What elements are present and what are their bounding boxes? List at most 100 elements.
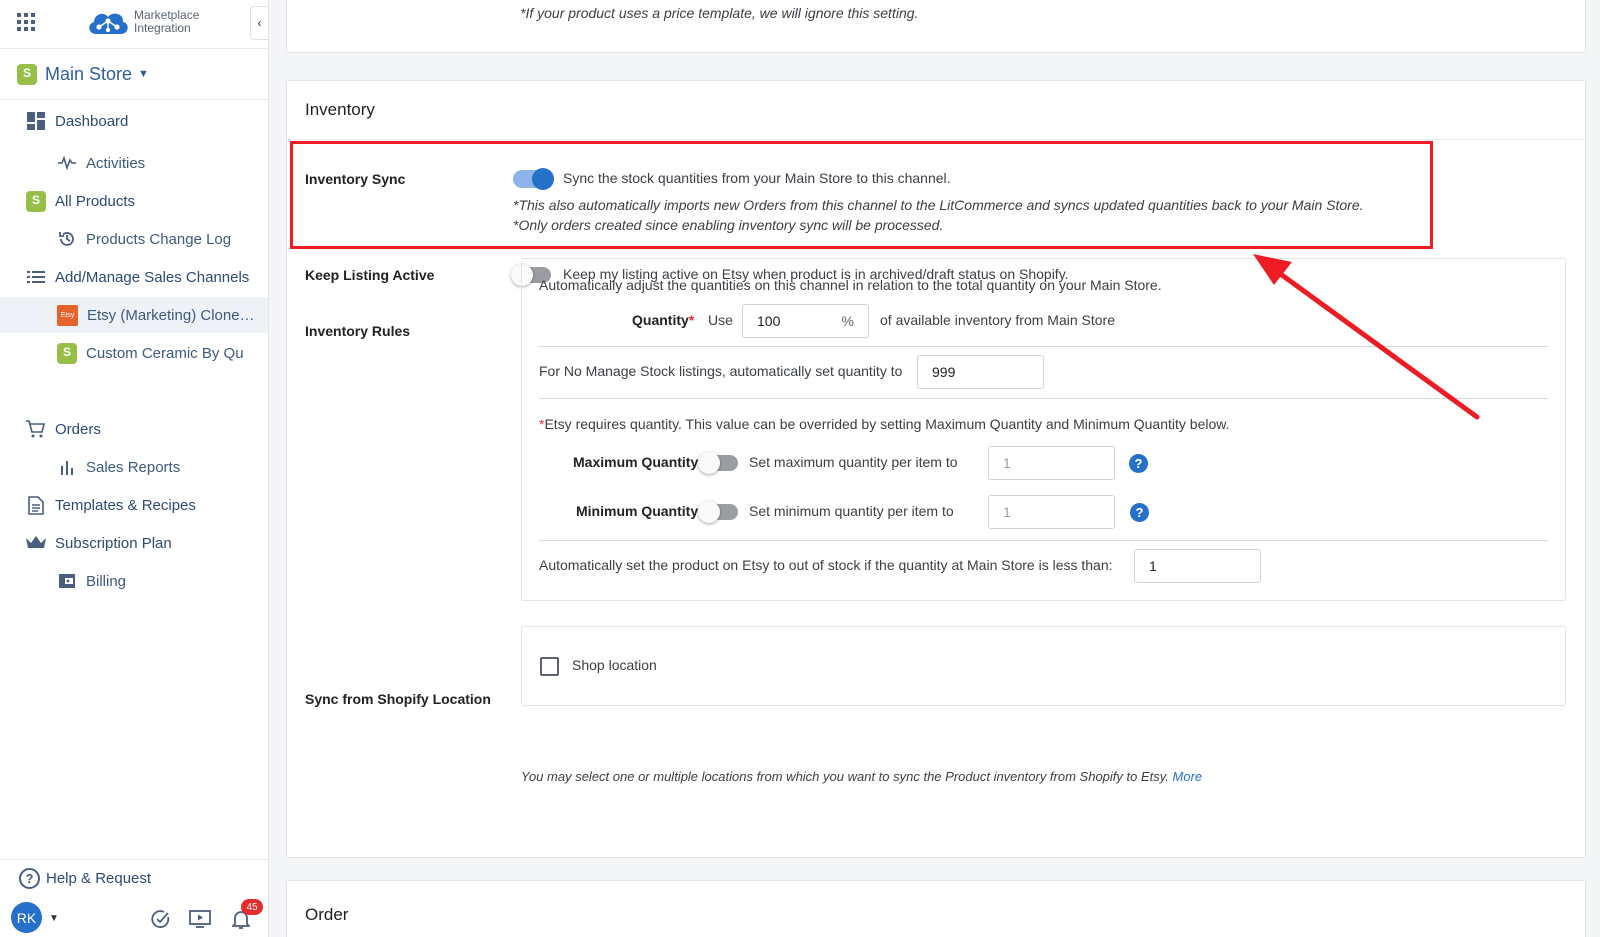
document-icon — [26, 495, 46, 515]
order-title: Order — [305, 905, 349, 924]
caret-down-icon[interactable]: ▼ — [49, 913, 59, 924]
rules-divider — [539, 540, 1548, 541]
card-divider — [287, 139, 1585, 140]
shopify-location-label: Sync from Shopify Location — [305, 691, 491, 707]
use-label: Use — [708, 312, 733, 328]
location-note: You may select one or multiple locations… — [521, 769, 1202, 784]
sidebar-item-billing[interactable]: Billing — [0, 563, 268, 599]
store-name: Main Store — [45, 63, 133, 84]
sidebar-item-label: Billing — [86, 572, 127, 590]
shopify-location-box: Shop location — [521, 626, 1566, 706]
required-mark: * — [688, 312, 695, 328]
order-card: Order — [286, 880, 1586, 937]
sidebar-item-custom-ceramic[interactable]: Custom Ceramic By Qu — [0, 335, 268, 371]
sidebar-item-sales-reports[interactable]: Sales Reports — [0, 449, 268, 485]
help-question-icon[interactable]: ? — [1130, 503, 1149, 522]
inventory-rules-box: Automatically adjust the quantities on t… — [521, 258, 1566, 601]
wallet-icon — [57, 571, 77, 591]
logo-line2: Integration — [134, 21, 191, 35]
max-quantity-label: Maximum Quantity — [573, 454, 699, 470]
min-quantity-label: Minimum Quantity — [576, 503, 699, 519]
sidebar-item-sales-channels[interactable]: Add/Manage Sales Channels — [0, 259, 268, 295]
video-icon[interactable] — [189, 908, 211, 930]
max-quantity-text: Set maximum quantity per item to — [749, 454, 958, 470]
help-request-link[interactable]: ? Help & Request — [19, 868, 151, 889]
shopify-bag-icon — [26, 190, 46, 212]
shopify-bag-icon — [17, 63, 37, 85]
chevron-down-icon: ▼ — [138, 68, 149, 80]
sidebar-item-label: All Products — [55, 192, 136, 210]
check-circle-icon[interactable] — [150, 908, 172, 930]
sidebar-item-label: Etsy (Marketing) Clone… — [87, 306, 255, 324]
quantity-suffix: of available inventory from Main Store — [880, 312, 1115, 328]
max-quantity-toggle[interactable] — [698, 452, 738, 474]
quantity-percent-input[interactable]: 100 % — [742, 304, 869, 338]
max-quantity-input[interactable]: 1 — [988, 446, 1115, 480]
help-label: Help & Request — [46, 870, 152, 887]
question-icon: ? — [19, 868, 40, 889]
quantity-value: 100 — [757, 313, 781, 329]
sidebar-header: Marketplace Integration ‹ — [0, 0, 268, 49]
keep-listing-active-label: Keep Listing Active — [305, 267, 435, 283]
min-quantity-input[interactable]: 1 — [988, 495, 1115, 529]
sidebar-item-label: Activities — [86, 154, 146, 172]
cloud-logo-icon — [89, 13, 128, 34]
price-template-note: *If your product uses a price template, … — [520, 5, 919, 21]
avatar[interactable]: RK — [11, 902, 42, 933]
sidebar-item-orders[interactable]: Orders — [0, 411, 268, 447]
min-quantity-toggle[interactable] — [698, 501, 738, 523]
sidebar-item-etsy-channel[interactable]: Etsy Etsy (Marketing) Clone… — [0, 297, 268, 333]
bar-chart-icon — [57, 457, 77, 477]
help-question-icon[interactable]: ? — [1129, 454, 1148, 473]
min-quantity-text: Set minimum quantity per item to — [749, 503, 954, 519]
highlight-box — [290, 141, 1433, 249]
sidebar: Marketplace Integration ‹ Main Store ▼ D… — [0, 0, 269, 937]
no-manage-stock-label: For No Manage Stock listings, automatica… — [539, 363, 903, 379]
store-selector[interactable]: Main Store ▼ — [0, 49, 268, 100]
shopify-bag-icon — [57, 342, 77, 364]
sidebar-item-label: Orders — [55, 420, 101, 438]
sidebar-item-all-products[interactable]: All Products — [0, 183, 268, 219]
inventory-rules-label: Inventory Rules — [305, 323, 411, 339]
location-note-text: You may select one or multiple locations… — [521, 769, 1169, 784]
rules-divider — [539, 398, 1548, 399]
sidebar-item-label: Add/Manage Sales Channels — [55, 268, 250, 286]
sidebar-item-products-change-log[interactable]: Products Change Log — [0, 221, 268, 257]
quantity-label-text: Quantity — [632, 312, 689, 328]
rules-intro: Automatically adjust the quantities on t… — [539, 277, 1162, 293]
sidebar-item-label: Subscription Plan — [55, 534, 172, 552]
etsy-icon: Etsy — [57, 304, 78, 326]
app-logo[interactable]: Marketplace Integration — [86, 8, 199, 36]
sidebar-item-label: Dashboard — [55, 112, 129, 130]
out-of-stock-threshold-input[interactable]: 1 — [1134, 549, 1261, 583]
history-icon — [57, 229, 77, 249]
cart-icon — [26, 419, 46, 439]
etsy-quantity-note: *Etsy requires quantity. This value can … — [539, 416, 1229, 432]
sidebar-item-activities[interactable]: Activities — [0, 145, 268, 181]
out-of-stock-label: Automatically set the product on Etsy to… — [539, 557, 1113, 573]
shop-location-label: Shop location — [572, 657, 657, 673]
toggle-knob — [698, 501, 720, 523]
sidebar-item-label: Products Change Log — [86, 230, 232, 248]
activity-icon — [57, 153, 77, 173]
sidebar-item-subscription[interactable]: Subscription Plan — [0, 525, 268, 561]
quantity-label: Quantity* — [632, 312, 694, 328]
shop-location-checkbox[interactable] — [540, 657, 559, 676]
no-manage-stock-input[interactable]: 999 — [917, 355, 1044, 389]
percent-suffix: % — [841, 313, 854, 329]
sidebar-item-label: Custom Ceramic By Qu — [86, 344, 244, 362]
collapse-sidebar-button[interactable]: ‹ — [250, 6, 268, 40]
sidebar-item-dashboard[interactable]: Dashboard — [0, 103, 268, 139]
more-link[interactable]: More — [1173, 769, 1203, 784]
sidebar-item-label: Sales Reports — [86, 458, 181, 476]
inventory-title: Inventory — [305, 100, 375, 119]
apps-grid-icon[interactable] — [17, 13, 35, 31]
etsy-quantity-note-text: Etsy requires quantity. This value can b… — [544, 416, 1230, 432]
list-icon — [26, 267, 46, 287]
notification-count-badge: 45 — [241, 899, 263, 915]
pricing-card: *If your product uses a price template, … — [286, 0, 1586, 53]
sidebar-footer: ? Help & Request RK ▼ 45 — [0, 859, 268, 937]
sidebar-item-label: Templates & Recipes — [55, 496, 196, 514]
toggle-knob — [698, 452, 720, 474]
sidebar-item-templates[interactable]: Templates & Recipes — [0, 487, 268, 523]
